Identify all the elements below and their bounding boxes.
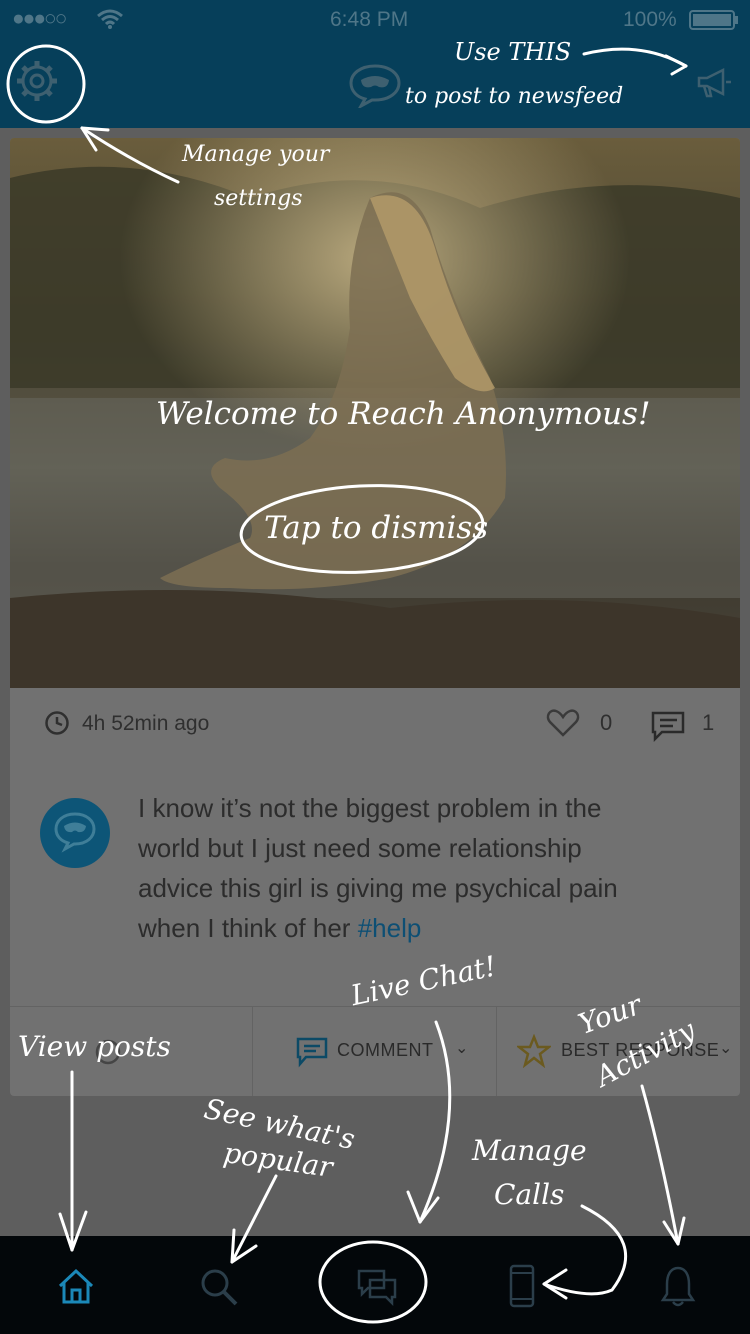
- calls-hint-line2: Calls: [494, 1178, 565, 1211]
- welcome-message: Welcome to Reach Anonymous!: [156, 396, 651, 432]
- dismiss-button[interactable]: Tap to dismiss: [264, 510, 488, 546]
- settings-hint-line1: Manage your: [182, 142, 330, 167]
- tutorial-overlay-strokes: [6, 44, 688, 1324]
- post-hint-line1: Use THIS: [454, 38, 572, 66]
- post-hint-line2: to post to newsfeed: [405, 84, 624, 109]
- view-posts-hint: View posts: [18, 1030, 171, 1063]
- settings-hint-line2: settings: [214, 186, 303, 211]
- calls-hint-line1: Manage: [472, 1134, 587, 1167]
